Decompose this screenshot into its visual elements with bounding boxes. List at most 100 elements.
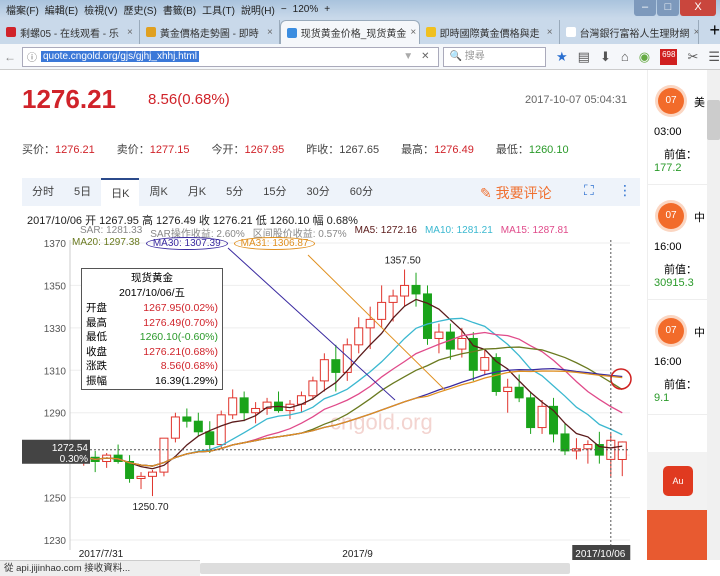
menu-view[interactable]: 檢視(V) bbox=[84, 2, 117, 17]
candle-body[interactable] bbox=[377, 301, 387, 320]
candle-body[interactable] bbox=[170, 416, 180, 439]
candle-body[interactable] bbox=[331, 359, 341, 373]
period-tab[interactable]: 分时 bbox=[22, 178, 64, 206]
menu-bookmarks[interactable]: 書籤(B) bbox=[163, 2, 196, 17]
candle-body[interactable] bbox=[308, 380, 318, 397]
home-icon[interactable]: ⌂ bbox=[621, 49, 629, 65]
candle-body[interactable] bbox=[216, 414, 226, 446]
candle-body[interactable] bbox=[468, 337, 478, 371]
fullscreen-icon[interactable]: ⛶ bbox=[584, 182, 594, 199]
candle-body[interactable] bbox=[239, 397, 249, 414]
event-item[interactable]: 07 中 16:00 前值： 30915.3 bbox=[648, 185, 707, 300]
candle-body[interactable] bbox=[205, 431, 215, 446]
period-tab[interactable]: 60分 bbox=[340, 178, 383, 206]
candle-body[interactable] bbox=[434, 331, 444, 339]
event-item[interactable]: 07 美 03:00 前值： 177.2 bbox=[648, 70, 707, 185]
tab-close-icon[interactable]: × bbox=[694, 27, 699, 38]
menu-icon[interactable]: ☰ bbox=[708, 49, 720, 65]
horizontal-scrollbar[interactable] bbox=[200, 563, 570, 574]
candle-body[interactable] bbox=[617, 441, 627, 460]
period-tab[interactable]: 月K bbox=[178, 178, 216, 206]
candle-body[interactable] bbox=[251, 407, 261, 414]
period-tab[interactable]: 5日 bbox=[64, 178, 101, 206]
browser-tab[interactable]: 现货黄金价格_现货黄金 × bbox=[279, 20, 420, 44]
back-button[interactable]: ← bbox=[4, 50, 16, 64]
indicator-value: MA20: 1297.38 bbox=[72, 237, 140, 248]
period-tab[interactable]: 周K bbox=[139, 178, 177, 206]
quote-label: 买价： bbox=[22, 144, 55, 156]
candle-body[interactable] bbox=[537, 405, 547, 429]
quote-item: 买价：1276.21 bbox=[22, 141, 95, 157]
clear-url-icon[interactable]: ✕ bbox=[421, 51, 429, 62]
tab-close-icon[interactable]: × bbox=[267, 27, 273, 38]
candle-body[interactable] bbox=[411, 284, 421, 295]
browser-tab[interactable]: 剩螺05 - 在线观看 - 乐 × bbox=[0, 20, 140, 44]
candle-body[interactable] bbox=[514, 386, 524, 399]
candle-body[interactable] bbox=[388, 295, 398, 303]
candle-body[interactable] bbox=[147, 471, 157, 477]
candle-body[interactable] bbox=[457, 337, 467, 350]
tab-close-icon[interactable]: × bbox=[127, 27, 133, 38]
browser-tab[interactable]: 即時國際黃金價格與走 × bbox=[420, 20, 560, 44]
period-tab[interactable]: 15分 bbox=[253, 178, 296, 206]
tooltip-date: 2017/10/06/五 bbox=[119, 287, 185, 299]
quote-label: 昨收： bbox=[306, 144, 340, 156]
menu-edit[interactable]: 編輯(E) bbox=[45, 2, 78, 17]
new-tab-button[interactable]: + bbox=[709, 20, 720, 41]
search-input[interactable]: 🔍 搜尋 bbox=[442, 46, 547, 67]
candle-body[interactable] bbox=[365, 318, 375, 329]
menu-history[interactable]: 歷史(S) bbox=[123, 2, 156, 17]
screenshot-icon[interactable]: ✂ bbox=[687, 49, 698, 65]
info-icon[interactable]: ⓘ bbox=[27, 49, 37, 64]
url-dropdown-icon[interactable]: ▼ bbox=[403, 51, 413, 62]
menu-file[interactable]: 檔案(F) bbox=[6, 2, 39, 17]
quote-item: 今开：1267.95 bbox=[212, 141, 285, 157]
more-icon[interactable]: ⋮ bbox=[618, 182, 632, 199]
indicator-value: MA5: 1272.16 bbox=[354, 225, 417, 236]
url-bar[interactable]: ⓘ quote.cngold.org/gjs/gjhj_xhhj.html ▼ ✕ bbox=[22, 46, 439, 67]
menu-tools[interactable]: 工具(T) bbox=[202, 2, 235, 17]
url-text[interactable]: quote.cngold.org/gjs/gjhj_xhhj.html bbox=[41, 51, 199, 62]
zoom-out-button[interactable]: − bbox=[281, 4, 287, 15]
bookmark-star-icon[interactable]: ★ bbox=[556, 49, 568, 65]
maximize-button[interactable]: □ bbox=[657, 0, 679, 16]
candle-body[interactable] bbox=[136, 475, 146, 479]
candle-body[interactable] bbox=[400, 284, 410, 297]
candle-body[interactable] bbox=[422, 293, 432, 339]
candle-body[interactable] bbox=[159, 437, 169, 473]
candle-body[interactable] bbox=[193, 420, 203, 433]
event-time: 16:00 bbox=[654, 241, 682, 253]
candle-body[interactable] bbox=[560, 433, 570, 452]
download-icon[interactable]: ⬇ bbox=[600, 49, 611, 65]
period-tab[interactable]: 5分 bbox=[216, 178, 253, 206]
browser-tab[interactable]: 台灣銀行富裕人生理財網 × bbox=[560, 20, 700, 44]
event-item[interactable]: 07 中 16:00 前值： 9.1 bbox=[648, 300, 707, 415]
page-scrollbar[interactable] bbox=[707, 70, 720, 560]
browser-tab[interactable]: 黃金價格走勢圖 - 即時 × bbox=[140, 20, 280, 44]
extension-icon[interactable]: ◉ bbox=[639, 49, 650, 65]
comment-button[interactable]: ✎ 我要评论 bbox=[480, 183, 552, 203]
period-tab[interactable]: 日K bbox=[101, 178, 140, 206]
menu-help[interactable]: 說明(H) bbox=[241, 2, 275, 17]
close-window-button[interactable]: X bbox=[680, 0, 716, 16]
notification-badge[interactable]: 698 bbox=[660, 48, 678, 65]
candle-body[interactable] bbox=[583, 444, 593, 450]
menu-bar: 檔案(F) 編輯(E) 檢視(V) 歷史(S) 書籤(B) 工具(T) 說明(H… bbox=[0, 0, 720, 18]
tab-title: 台灣銀行富裕人生理財網 bbox=[579, 28, 690, 40]
period-tab[interactable]: 30分 bbox=[297, 178, 340, 206]
candle-body[interactable] bbox=[480, 357, 490, 371]
candle-body[interactable] bbox=[354, 327, 364, 346]
reading-list-icon[interactable]: ▤ bbox=[578, 49, 590, 65]
minimize-button[interactable]: – bbox=[634, 0, 656, 16]
tooltip-row: 开盘 1267.95(0.02%) bbox=[86, 301, 218, 316]
tab-close-icon[interactable]: × bbox=[410, 27, 416, 38]
zoom-in-button[interactable]: + bbox=[324, 4, 330, 15]
candle-body[interactable] bbox=[526, 397, 536, 429]
candle-body[interactable] bbox=[228, 397, 238, 416]
candle-body[interactable] bbox=[182, 416, 192, 422]
candle-body[interactable] bbox=[319, 359, 329, 382]
app-ad[interactable]: Au bbox=[647, 452, 707, 560]
candle-body[interactable] bbox=[503, 386, 513, 392]
event-sidebar: 07 美 03:00 前值： 177.2 07 中 16:00 前值： 30915.3 07 中 16:… bbox=[647, 70, 707, 452]
tab-close-icon[interactable]: × bbox=[547, 27, 553, 38]
